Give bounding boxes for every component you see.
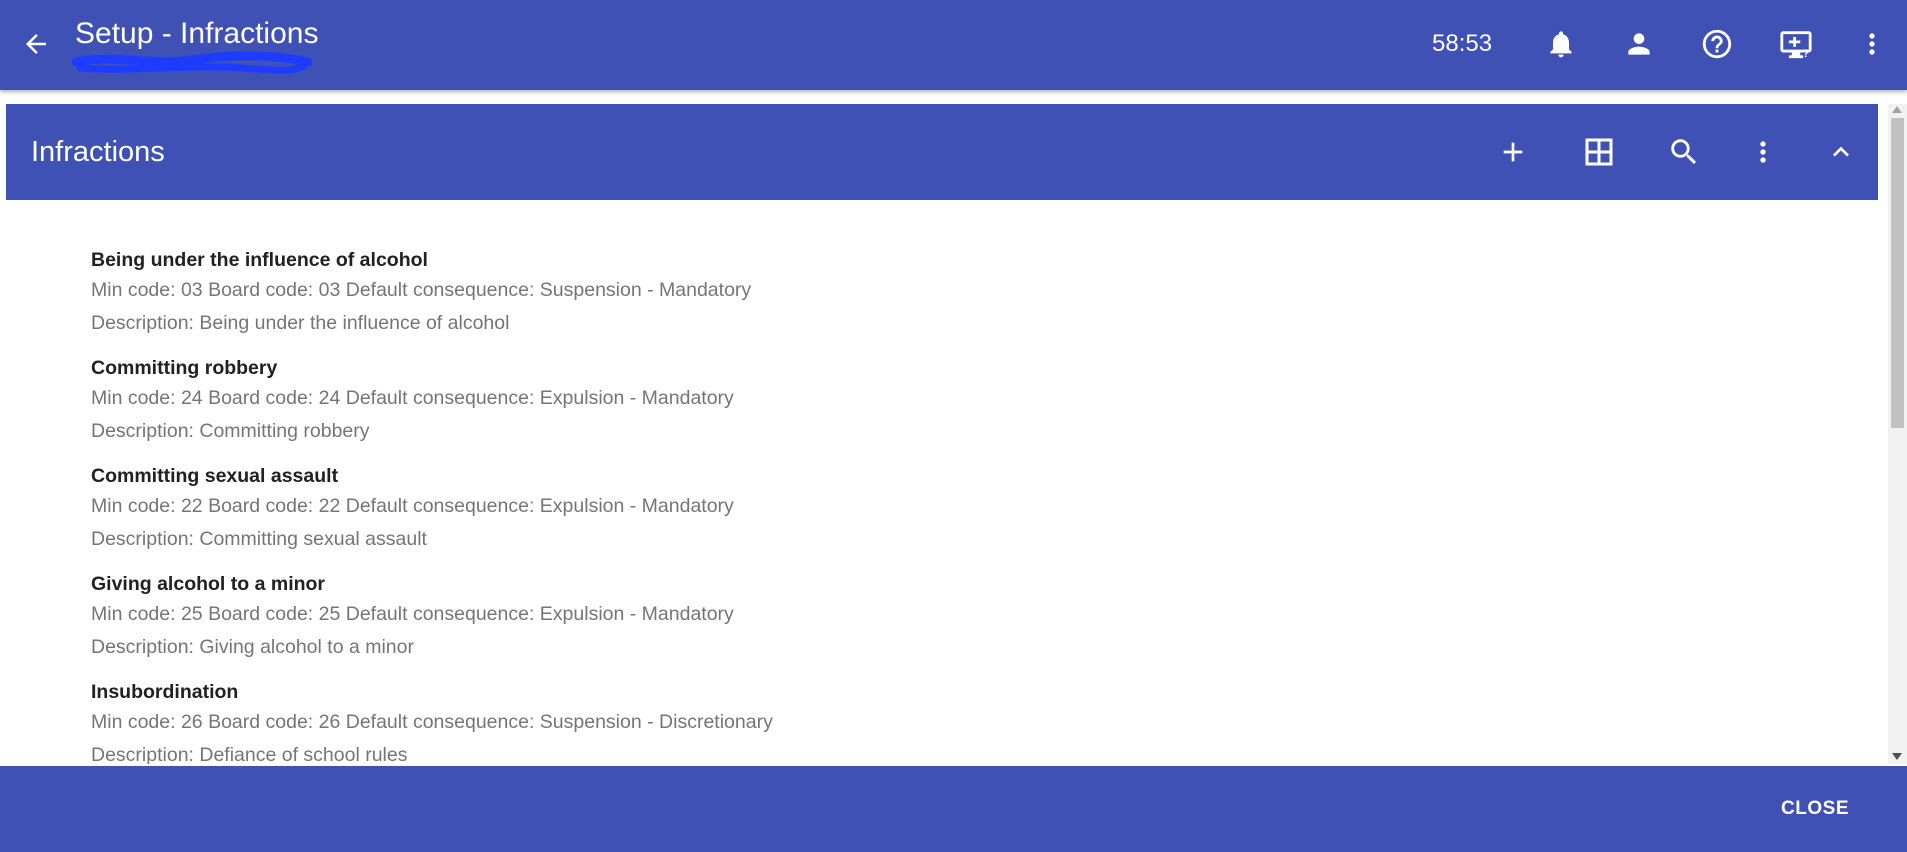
item-title: Committing robbery (91, 357, 278, 379)
list-item[interactable]: Committing robbery Min code: 24 Board co… (91, 354, 1691, 462)
infractions-list: Being under the influence of alcohol Min… (91, 246, 1691, 764)
back-button[interactable] (14, 22, 58, 66)
item-description: Description: Being under the influence o… (91, 312, 510, 334)
item-description: Description: Committing robbery (91, 420, 370, 442)
account-button[interactable] (1615, 20, 1663, 68)
search-button[interactable] (1660, 128, 1708, 176)
scroll-down-arrow-icon[interactable] (1892, 753, 1902, 760)
item-title: Being under the influence of alcohol (91, 249, 428, 271)
scroll-up-arrow-icon[interactable] (1892, 106, 1902, 113)
chevron-up-icon (1833, 146, 1849, 157)
item-title: Insubordination (91, 681, 239, 703)
grid-icon (1585, 138, 1613, 166)
list-item[interactable]: Giving alcohol to a minor Min code: 25 B… (91, 570, 1691, 678)
list-item[interactable]: Insubordination Min code: 26 Board code:… (91, 678, 1691, 764)
session-timer: 58:53 (1432, 30, 1493, 57)
bell-icon (1550, 31, 1572, 58)
person-icon (1628, 33, 1650, 55)
list-item[interactable]: Being under the influence of alcohol Min… (91, 246, 1691, 354)
item-details: Min code: 26 Board code: 26 Default cons… (91, 711, 773, 733)
card-menu-button[interactable] (1739, 128, 1787, 176)
vertical-scrollbar[interactable] (1888, 104, 1907, 764)
item-description: Description: Defiance of school rules (91, 744, 408, 764)
scrollbar-thumb[interactable] (1891, 118, 1904, 428)
app-bar: Setup - Infractions 58:53 ? (0, 0, 1907, 90)
item-title: Giving alcohol to a minor (91, 573, 326, 595)
infractions-card: Infractions Being under the influence of… (6, 104, 1878, 764)
search-icon (1671, 139, 1697, 165)
remote-support-button[interactable]: ? (1772, 20, 1820, 68)
more-vert-icon (1760, 141, 1766, 163)
item-title: Committing sexual assault (91, 465, 339, 487)
item-details: Min code: 03 Board code: 03 Default cons… (91, 279, 752, 301)
notifications-button[interactable] (1537, 20, 1585, 68)
more-vert-icon (1869, 33, 1875, 55)
item-description: Description: Committing sexual assault (91, 528, 427, 550)
item-details: Min code: 24 Board code: 24 Default cons… (91, 387, 734, 409)
card-header: Infractions (6, 104, 1878, 200)
grid-view-button[interactable] (1575, 128, 1623, 176)
list-item[interactable]: Committing sexual assault Min code: 22 B… (91, 462, 1691, 570)
svg-text:?: ? (1802, 48, 1809, 60)
card-title: Infractions (31, 136, 165, 168)
plus-icon (1503, 142, 1523, 162)
help-button[interactable] (1693, 20, 1741, 68)
item-description: Description: Giving alcohol to a minor (91, 636, 414, 658)
footer-bar: CLOSE (0, 766, 1907, 852)
collapse-button[interactable] (1817, 128, 1865, 176)
add-button[interactable] (1489, 128, 1537, 176)
back-arrow-icon (26, 34, 46, 54)
monitor-help-icon: ? (1780, 31, 1812, 60)
app-menu-button[interactable] (1848, 20, 1896, 68)
close-button[interactable]: CLOSE (1773, 792, 1857, 826)
item-details: Min code: 22 Board code: 22 Default cons… (91, 495, 734, 517)
item-details: Min code: 25 Board code: 25 Default cons… (91, 603, 734, 625)
page-title: Setup - Infractions (75, 17, 319, 50)
help-circle-icon (1702, 29, 1732, 59)
